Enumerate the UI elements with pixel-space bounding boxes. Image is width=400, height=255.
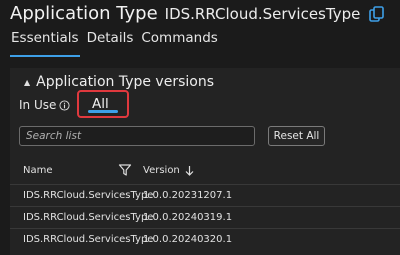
tab-commands[interactable]: Commands <box>140 30 218 54</box>
section-title: Application Type versions <box>36 74 215 90</box>
filter-icon[interactable] <box>118 163 132 177</box>
filter-all-highlight[interactable]: All <box>77 90 129 118</box>
page-header: Application Type IDS.RRCloud.ServicesTyp… <box>0 0 400 60</box>
row-name: IDS.RRCloud.ServicesType <box>23 212 154 223</box>
copy-icon[interactable] <box>368 5 386 23</box>
table-header: Name Version <box>10 158 400 184</box>
selected-indicator <box>88 110 118 113</box>
tab-details[interactable]: Details <box>86 30 135 54</box>
row-version: 1.0.0.20240319.1 <box>143 212 233 223</box>
tab-bar: Essentials Details Commands <box>10 30 219 57</box>
row-name: IDS.RRCloud.ServicesType <box>23 234 154 245</box>
application-type-name: IDS.RRCloud.ServicesType <box>164 5 361 23</box>
search-input[interactable] <box>19 126 255 146</box>
column-header-version[interactable]: Version <box>143 165 194 176</box>
in-use-label: In Use <box>19 98 57 112</box>
reset-all-button[interactable]: Reset All <box>268 126 325 146</box>
row-name: IDS.RRCloud.ServicesType <box>23 190 154 201</box>
versions-panel: ▲ Application Type versions In Use All R… <box>10 68 400 255</box>
version-header-label: Version <box>143 165 180 176</box>
in-use-filter: In Use All <box>19 90 129 118</box>
table-row[interactable]: IDS.RRCloud.ServicesType 1.0.0.20231207.… <box>10 184 400 207</box>
section-toggle[interactable]: ▲ Application Type versions <box>24 74 214 90</box>
sort-down-arrow-icon <box>185 166 194 176</box>
page-title: Application Type <box>10 3 158 24</box>
title-row: Application Type IDS.RRCloud.ServicesTyp… <box>10 3 386 27</box>
section-header: ▲ Application Type versions <box>10 68 400 90</box>
column-header-name[interactable]: Name <box>23 165 53 176</box>
tab-essentials[interactable]: Essentials <box>10 30 80 57</box>
info-icon[interactable] <box>59 99 70 111</box>
row-version: 1.0.0.20240320.1 <box>143 234 233 245</box>
row-version: 1.0.0.20231207.1 <box>143 190 233 201</box>
table-row[interactable]: IDS.RRCloud.ServicesType 1.0.0.20240319.… <box>10 206 400 229</box>
caret-up-icon: ▲ <box>24 77 31 87</box>
table-row[interactable]: IDS.RRCloud.ServicesType 1.0.0.20240320.… <box>10 228 400 251</box>
